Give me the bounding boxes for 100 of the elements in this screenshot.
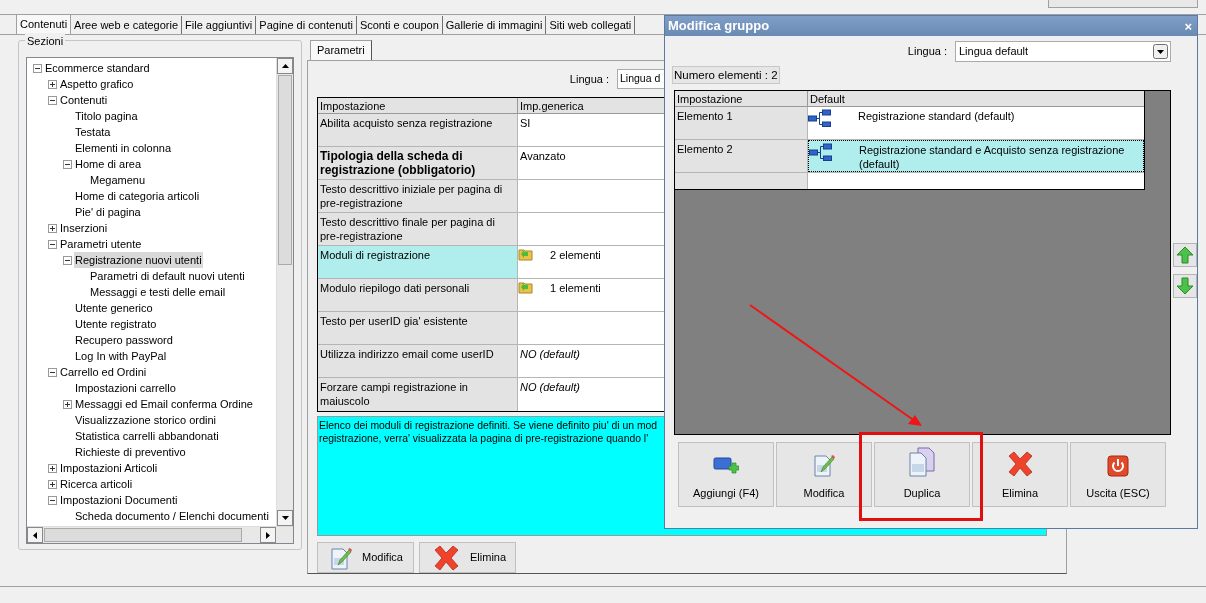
tree-item[interactable]: Impostazioni Articoli [59, 459, 159, 477]
move-down-button[interactable] [1173, 274, 1197, 298]
setting-cell[interactable]: Elemento 2 [675, 140, 808, 172]
tree-item[interactable]: Ricerca articoli [59, 475, 134, 493]
tree-item[interactable]: Parametri di default nuovi utenti [89, 267, 246, 285]
setting-cell[interactable]: Utilizza indirizzo email come userID [318, 345, 518, 377]
tree-item[interactable]: Pie' di pagina [74, 203, 142, 221]
dropdown-icon[interactable] [1153, 44, 1168, 59]
value-cell[interactable]: Registrazione standard e Acquisto senza registrazione (default) [808, 140, 1144, 172]
collapse-icon[interactable] [48, 239, 57, 249]
value-cell[interactable]: 1 elementi [534, 279, 601, 295]
description-text: registrazione, verra' visualizzata la pagina di pre-registrazione quando l' [319, 432, 649, 445]
dialog-title: Modifica gruppo [668, 17, 770, 36]
folder-icon [518, 279, 534, 295]
column-header: Impostazione [318, 98, 518, 113]
setting-cell[interactable]: Abilita acquisto senza registrazione [318, 114, 518, 146]
duplicate-button[interactable]: Duplica [874, 442, 970, 507]
move-up-button[interactable] [1173, 243, 1197, 267]
collapse-icon[interactable] [63, 255, 72, 265]
tree-item[interactable]: Contenuti [59, 91, 109, 109]
tree-item[interactable]: Impostazioni Documenti [59, 491, 179, 509]
tree-item[interactable]: Titolo pagina [74, 107, 139, 125]
value-cell[interactable]: SI [518, 114, 533, 130]
setting-cell[interactable]: Moduli di registrazione [318, 246, 518, 278]
tree-item[interactable]: Testata [74, 123, 112, 141]
tree-item[interactable]: Visualizzazione storico ordini [74, 411, 218, 429]
setting-cell[interactable]: Testo descrittivo finale per pagina di pre-registrazione [318, 213, 518, 245]
tree-item[interactable]: Aspetto grafico [59, 75, 135, 93]
tab[interactable]: File aggiuntivi [182, 16, 257, 34]
tab[interactable]: Parametri [310, 40, 372, 60]
edit-button[interactable]: Modifica [776, 442, 872, 507]
value-cell[interactable]: Avanzato [518, 147, 568, 163]
expand-icon[interactable] [63, 399, 72, 409]
collapse-icon[interactable] [48, 95, 57, 105]
value-cell[interactable]: Registrazione standard (default) [808, 107, 1144, 139]
tab[interactable]: Siti web collegati [546, 16, 636, 34]
expand-icon[interactable] [48, 463, 57, 473]
value-cell[interactable]: 2 elementi [534, 246, 601, 262]
value-cell[interactable]: NO (default) [518, 345, 582, 361]
edit-button[interactable]: Modifica [317, 542, 414, 573]
tree-item[interactable]: Recupero password [74, 331, 174, 349]
tree-item[interactable]: Log In with PayPal [74, 347, 168, 365]
setting-cell[interactable]: Elemento 1 [675, 107, 808, 139]
tab[interactable]: Gallerie di immagini [442, 16, 547, 34]
scroll-up-icon[interactable] [281, 64, 289, 68]
tab[interactable]: Aree web e categorie [71, 16, 183, 34]
tab[interactable]: Contenuti [16, 14, 72, 34]
vertical-scrollbar[interactable] [276, 58, 293, 526]
delete-button[interactable]: Elimina [419, 542, 516, 573]
folder-icon [518, 246, 534, 262]
language-select[interactable]: Lingua default [955, 41, 1171, 62]
tree-item[interactable]: Messaggi ed Email conferma Ordine [74, 395, 254, 413]
delete-x-icon [1006, 450, 1034, 477]
add-button[interactable]: Aggiungi (F4) [678, 442, 774, 507]
element-count: Numero elementi : 2 [672, 66, 780, 84]
delete-button[interactable]: Elimina [972, 442, 1068, 507]
edit-document-icon [813, 452, 835, 477]
tree-item[interactable]: Carrello ed Ordini [59, 363, 148, 381]
tree-item[interactable]: Ecommerce standard [44, 59, 151, 77]
setting-cell[interactable]: Forzare campi registrazione in maiuscolo [318, 378, 518, 411]
power-icon [1107, 454, 1129, 477]
tab[interactable]: Pagine di contenuti [256, 16, 357, 34]
setting-cell[interactable]: Tipologia della scheda di registrazione (obbligatorio) [318, 147, 518, 179]
expand-icon[interactable] [48, 223, 57, 233]
value-cell[interactable]: NO (default) [518, 378, 582, 394]
edit-document-icon [330, 545, 352, 570]
add-window-icon [713, 454, 739, 477]
tree-item[interactable]: Home di categoria articoli [74, 187, 201, 205]
tab[interactable]: Sconti e coupon [356, 16, 443, 34]
scroll-right-icon[interactable] [266, 531, 270, 539]
setting-cell[interactable]: Testo descrittivo iniziale per pagina di pre-registrazione [318, 180, 518, 212]
tree-item[interactable]: Utente generico [74, 299, 154, 317]
horizontal-scrollbar[interactable] [27, 526, 293, 543]
tree-item[interactable]: Parametri utente [59, 235, 143, 253]
expand-icon[interactable] [48, 479, 57, 489]
tree-item[interactable]: Statistica carrelli abbandonati [74, 427, 220, 445]
tree-item[interactable]: Elementi in colonna [74, 139, 172, 157]
collapse-icon[interactable] [48, 367, 57, 377]
delete-x-icon [432, 544, 460, 571]
tree-item[interactable]: Inserzioni [59, 219, 109, 237]
scroll-left-icon[interactable] [33, 531, 37, 539]
tree-item[interactable]: Megamenu [89, 171, 147, 189]
tree-item[interactable]: Scheda documento / Elenchi documenti [74, 507, 270, 525]
setting-cell[interactable]: Testo per userID gia' esistente [318, 312, 518, 344]
duplicate-documents-icon [909, 446, 935, 477]
collapse-icon[interactable] [48, 495, 57, 505]
language-label: Lingua : [907, 44, 947, 60]
collapse-icon[interactable] [33, 63, 42, 73]
scroll-down-icon[interactable] [281, 516, 289, 520]
setting-cell[interactable]: Modulo riepilogo dati personali [318, 279, 518, 311]
exit-button[interactable]: Uscita (ESC) [1070, 442, 1166, 507]
expand-icon[interactable] [48, 79, 57, 89]
column-header: Default [809, 92, 846, 106]
tree-item[interactable]: Registrazione nuovi utenti [74, 251, 203, 269]
tree-item[interactable]: Utente registrato [74, 315, 158, 333]
tree-item[interactable]: Home di area [74, 155, 143, 173]
tree-item[interactable]: Messaggi e testi delle email [89, 283, 227, 301]
tree-item[interactable]: Richieste di preventivo [74, 443, 187, 461]
collapse-icon[interactable] [63, 159, 72, 169]
tree-item[interactable]: Impostazioni carrello [74, 379, 177, 397]
